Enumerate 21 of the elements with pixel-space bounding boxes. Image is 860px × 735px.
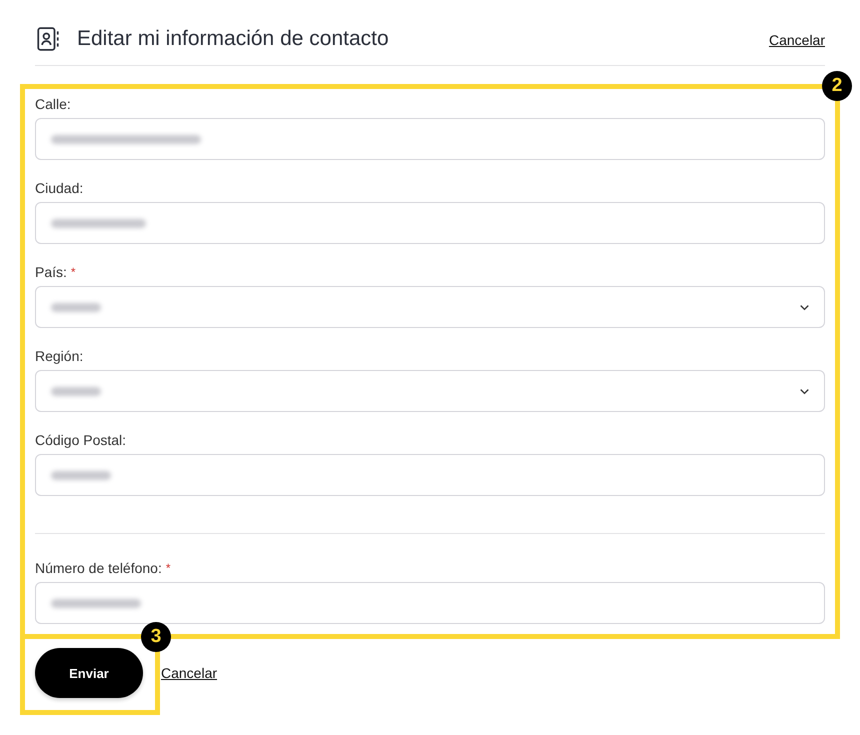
annotation-badge: 3 — [141, 622, 171, 652]
input-field[interactable] — [35, 454, 825, 496]
input-field[interactable] — [35, 582, 825, 624]
page-title: Editar mi información de contacto — [77, 27, 389, 51]
field-label: Código Postal: — [35, 432, 126, 448]
field-label: Calle: — [35, 96, 71, 112]
contact-card-icon — [35, 26, 61, 52]
submit-button[interactable]: Enviar — [35, 648, 143, 698]
cancel-link[interactable]: Cancelar — [161, 665, 218, 681]
cancel-link[interactable]: Cancelar — [768, 30, 825, 48]
required-mark: * — [70, 264, 76, 280]
annotation-badge: 2 — [822, 71, 852, 101]
field-label: Región: — [35, 348, 84, 364]
field-label: Ciudad: — [35, 180, 84, 196]
input-field[interactable] — [35, 118, 825, 160]
select-field[interactable] — [35, 370, 825, 412]
select-field[interactable] — [35, 286, 825, 328]
field-label: País: — [35, 264, 67, 280]
required-mark: * — [166, 560, 171, 576]
input-field[interactable] — [35, 202, 825, 244]
field-label: Número de teléfono: — [35, 560, 162, 576]
